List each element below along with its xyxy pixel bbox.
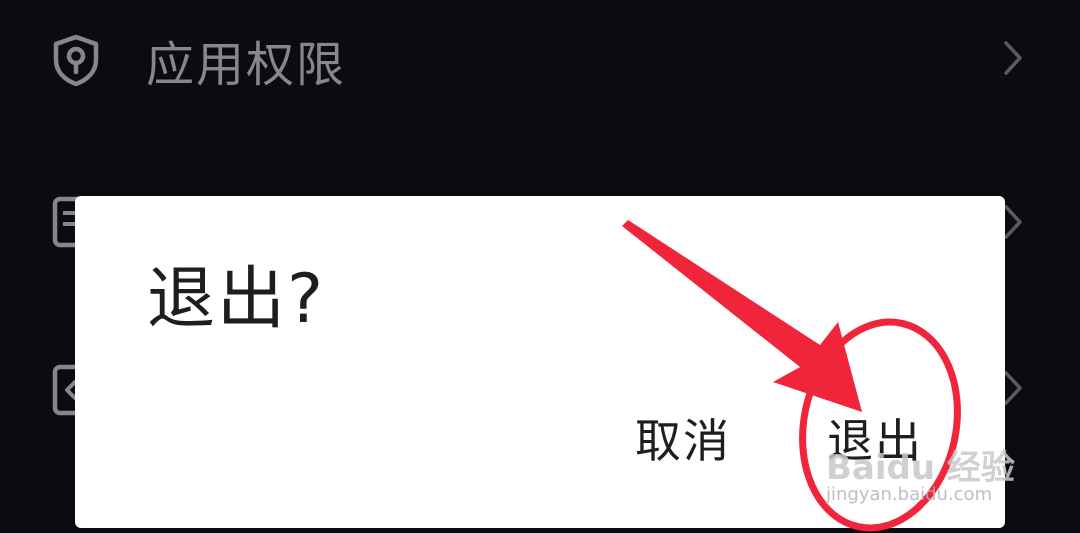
settings-item-label: 应用权限 [146,37,347,93]
chevron-right-icon [1004,41,1022,75]
watermark-url: jingyan.baidu.com [826,484,993,505]
chevron-right-icon [1004,371,1022,405]
cancel-button[interactable]: 取消 [633,406,733,476]
watermark-brand: Baidu 经验 [826,448,1015,488]
settings-item-app-permissions[interactable]: 应用权限 [0,4,1080,114]
shield-icon [53,34,99,86]
dialog-title: 退出? [147,260,326,339]
settings-screen: 应用权限 退出? 取消 退出 Baidu 经验 jingyan.baidu.co… [0,0,1080,533]
chevron-right-icon [1004,205,1022,239]
baidu-jingyan-watermark: Baidu 经验 jingyan.baidu.com [826,440,1036,510]
